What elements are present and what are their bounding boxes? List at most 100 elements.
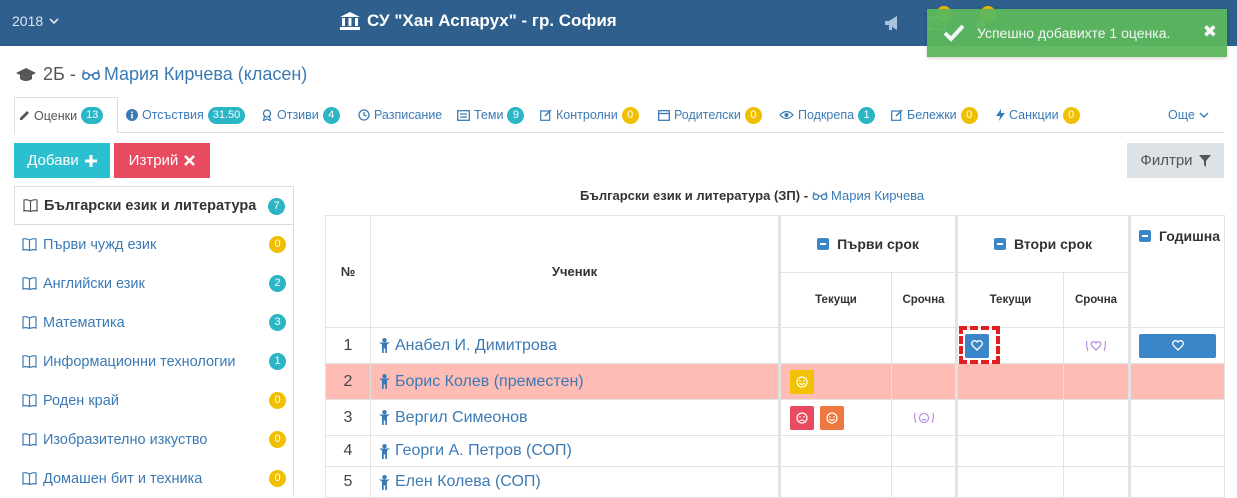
tab-sanctions[interactable]: Санкции 0 bbox=[992, 97, 1084, 133]
tab-parent-meetings[interactable]: Родителски 0 bbox=[654, 97, 766, 133]
subject-item[interactable]: Математика 3 bbox=[14, 303, 294, 342]
tab-schedule[interactable]: Разписание bbox=[354, 97, 446, 133]
sidebar-divider bbox=[293, 222, 294, 495]
tab-support[interactable]: Подкрепа 1 bbox=[775, 97, 879, 133]
grade-cell[interactable] bbox=[955, 466, 1064, 498]
book-icon bbox=[22, 472, 37, 485]
subject-item[interactable]: Първи чужд език 0 bbox=[14, 225, 294, 264]
glasses-icon bbox=[81, 69, 100, 80]
student-name: Вергил Симеонов bbox=[395, 408, 528, 426]
row-number: 5 bbox=[325, 466, 371, 498]
subject-item[interactable]: Изобразително изкуство 0 bbox=[14, 420, 294, 459]
student-name: Елен Колева (СОП) bbox=[395, 473, 541, 490]
grade-cell[interactable] bbox=[778, 435, 892, 467]
subject-label: Роден край bbox=[43, 392, 119, 409]
subject-teacher-link[interactable]: Мария Кирчева bbox=[812, 188, 924, 203]
smile-outline-icon bbox=[913, 412, 934, 423]
grade-cell[interactable] bbox=[1063, 399, 1130, 436]
subject-item[interactable]: Български език и литература 7 bbox=[14, 186, 294, 225]
child-icon bbox=[379, 374, 390, 389]
subject-label: Информационни технологии bbox=[43, 353, 236, 370]
book-icon bbox=[22, 238, 37, 251]
heart-icon bbox=[1171, 340, 1184, 351]
student-link[interactable]: Борис Колев (преместен) bbox=[371, 373, 778, 391]
year-selector[interactable]: 2018 bbox=[12, 13, 59, 29]
child-icon bbox=[379, 443, 390, 459]
grade-cell[interactable] bbox=[891, 435, 957, 467]
subject-heading: Български език и литература (ЗП) - Мария… bbox=[580, 188, 924, 203]
tab-more[interactable]: Още bbox=[1164, 97, 1213, 133]
grade-cell[interactable] bbox=[891, 327, 957, 364]
grades-table: № Ученик Първи срок Втори срок Годишна Т… bbox=[325, 215, 1225, 498]
table-row: 5 Елен Колева (СОП) bbox=[325, 466, 1225, 498]
subject-count: 7 bbox=[268, 198, 285, 215]
grade-cell[interactable] bbox=[778, 399, 892, 436]
grade-frown-badge[interactable] bbox=[790, 405, 814, 430]
bolt-icon bbox=[996, 109, 1005, 121]
tab-topics[interactable]: Теми 9 bbox=[453, 97, 528, 133]
award-icon bbox=[262, 109, 272, 121]
subject-label: Изобразително изкуство bbox=[43, 431, 208, 448]
term2-current-header: Текущи bbox=[955, 272, 1064, 328]
subject-item[interactable]: Роден край 0 bbox=[14, 381, 294, 420]
toast-close-button[interactable]: ✖ bbox=[1203, 22, 1217, 42]
annual-label: Годишна bbox=[1159, 228, 1221, 244]
subject-item[interactable]: Английски език 2 bbox=[14, 264, 294, 303]
toast-message: Успешно добавихте 1 оценка. bbox=[977, 25, 1171, 41]
tab-notes[interactable]: Бележки 0 bbox=[887, 97, 982, 133]
collapse-term1-button[interactable] bbox=[817, 238, 830, 250]
clock-icon bbox=[358, 109, 370, 121]
student-link[interactable]: Вергил Симеонов bbox=[371, 409, 778, 427]
grade-cell[interactable] bbox=[891, 466, 957, 498]
class-label: 2Б - bbox=[43, 64, 76, 84]
annual-grade-cell[interactable] bbox=[1128, 363, 1225, 400]
heart-outline-icon bbox=[1086, 340, 1106, 351]
grade-cell[interactable] bbox=[955, 435, 1064, 467]
collapse-annual-button[interactable] bbox=[1139, 230, 1151, 242]
grade-cell[interactable] bbox=[955, 363, 1064, 400]
tab-tests[interactable]: Контролни 0 bbox=[536, 97, 643, 133]
subject-item[interactable]: Домашен бит и техника 0 bbox=[14, 459, 294, 498]
student-link[interactable]: Анабел И. Димитрова bbox=[371, 337, 778, 355]
annual-grade-cell[interactable] bbox=[1128, 327, 1225, 364]
student-link[interactable]: Георги А. Петров (СОП) bbox=[371, 442, 778, 460]
term1-label: Първи срок bbox=[837, 236, 919, 252]
announcements-button[interactable] bbox=[878, 8, 908, 38]
grade-smile-badge[interactable] bbox=[790, 369, 814, 394]
annual-heart-badge[interactable] bbox=[1139, 333, 1216, 358]
grade-cell[interactable] bbox=[778, 327, 892, 364]
tab-grades[interactable]: Оценки 13 bbox=[14, 97, 118, 134]
annual-grade-cell[interactable] bbox=[1128, 466, 1225, 498]
grade-cell[interactable] bbox=[778, 363, 892, 400]
subject-label: Математика bbox=[43, 314, 125, 331]
student-link[interactable]: Елен Колева (СОП) bbox=[371, 473, 778, 491]
add-button-label: Добави bbox=[27, 152, 79, 169]
grade-cell[interactable] bbox=[1063, 327, 1130, 364]
student-cell: Елен Колева (СОП) bbox=[370, 466, 780, 498]
grade-cell[interactable] bbox=[891, 399, 957, 436]
grade-cell[interactable] bbox=[1063, 435, 1130, 467]
info-circle-icon bbox=[126, 109, 138, 121]
collapse-term2-button[interactable] bbox=[993, 238, 1006, 250]
filter-button[interactable]: Филтри bbox=[1127, 143, 1224, 178]
grade-cell[interactable] bbox=[955, 399, 1064, 436]
annual-grade-cell[interactable] bbox=[1128, 399, 1225, 436]
subject-item[interactable]: Информационни технологии 1 bbox=[14, 342, 294, 381]
grade-cell[interactable] bbox=[1063, 363, 1130, 400]
tab-badge: 0 bbox=[1062, 106, 1080, 124]
annual-grade-cell[interactable] bbox=[1128, 435, 1225, 467]
grade-cell[interactable] bbox=[1063, 466, 1130, 498]
tab-absences[interactable]: Отсъствия 31.50 bbox=[122, 97, 249, 133]
delete-button[interactable]: Изтрий bbox=[114, 143, 210, 178]
grade-cell[interactable] bbox=[891, 363, 957, 400]
tab-feedback[interactable]: Отзиви 4 bbox=[257, 97, 344, 133]
tab-label: Разписание bbox=[374, 108, 443, 122]
annual-header: Годишна bbox=[1128, 215, 1225, 328]
grade-cell[interactable] bbox=[778, 466, 892, 498]
class-teacher-link[interactable]: Мария Кирчева (класен) bbox=[81, 64, 307, 85]
grade-smile-badge[interactable] bbox=[819, 405, 844, 430]
add-button[interactable]: Добави bbox=[14, 143, 110, 178]
child-icon bbox=[379, 410, 390, 425]
student-name: Борис Колев (преместен) bbox=[395, 372, 584, 390]
tab-badge: 9 bbox=[507, 106, 525, 124]
